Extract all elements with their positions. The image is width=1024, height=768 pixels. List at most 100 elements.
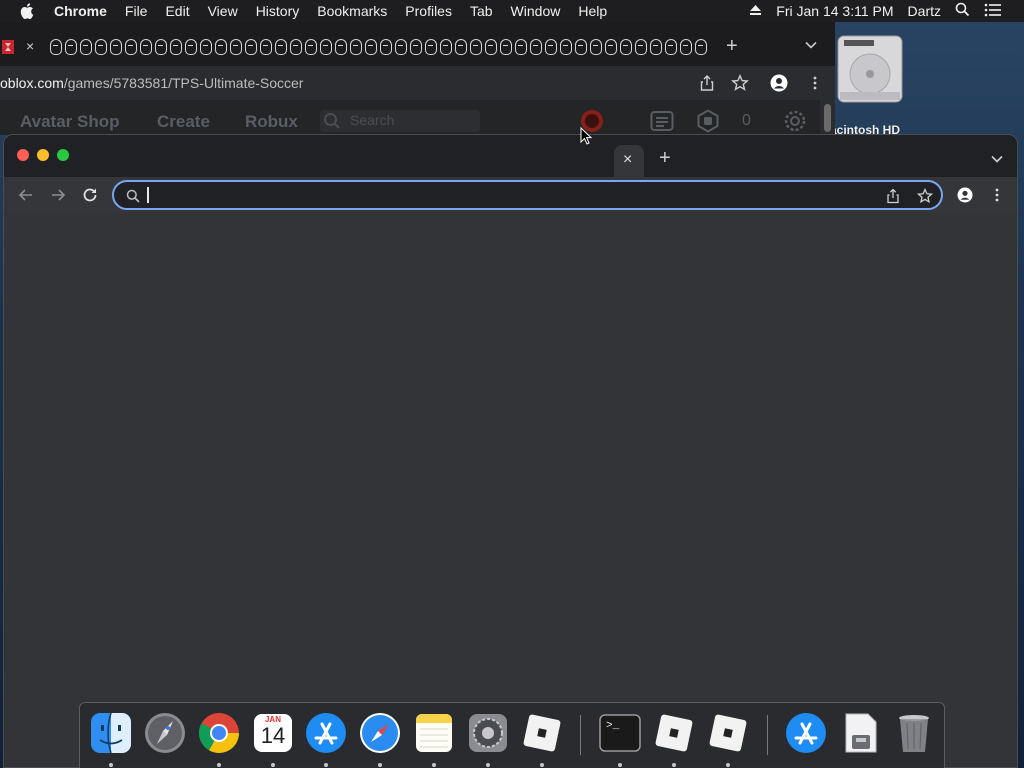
menu-edit[interactable]: Edit — [165, 3, 189, 19]
back-scrollbar[interactable] — [820, 100, 835, 135]
tab-favicon-icon[interactable] — [545, 39, 557, 55]
tab-favicon-icon[interactable] — [395, 39, 407, 55]
menu-history[interactable]: History — [256, 3, 300, 19]
share-icon[interactable] — [698, 74, 716, 92]
tab-favicon-icon[interactable] — [680, 39, 692, 55]
address-input[interactable] — [146, 185, 876, 205]
tab-favicon-icon[interactable] — [95, 39, 107, 55]
app-store-icon[interactable] — [304, 711, 348, 755]
finder-icon[interactable] — [89, 711, 133, 755]
roblox-icon[interactable] — [706, 711, 750, 755]
back-tab-close-button[interactable]: × — [26, 38, 34, 54]
more-vert-icon[interactable] — [806, 74, 824, 92]
tab-favicon-icon[interactable] — [620, 39, 632, 55]
tab-favicon-icon[interactable] — [485, 39, 497, 55]
safari-icon[interactable] — [358, 711, 402, 755]
roblox-search-input[interactable]: Search — [320, 110, 480, 132]
page-content[interactable] — [4, 213, 1017, 767]
background-browser-window[interactable]: × + oblox.com/games/5783581/TPS-Ultimate… — [0, 22, 835, 135]
chat-icon[interactable] — [650, 109, 674, 133]
menu-profiles[interactable]: Profiles — [405, 3, 452, 19]
back-new-tab-button[interactable]: + — [726, 35, 738, 58]
minimize-window-button[interactable] — [37, 149, 49, 161]
menu-user[interactable]: Dartz — [908, 3, 941, 19]
menu-file[interactable]: File — [125, 3, 148, 19]
archive-utility-icon[interactable] — [838, 711, 882, 755]
tab-favicon-icon[interactable] — [290, 39, 302, 55]
tab-favicon-icon[interactable] — [305, 39, 317, 55]
tab-favicon-icon[interactable] — [365, 39, 377, 55]
tab-favicon-icon[interactable] — [155, 39, 167, 55]
scrollbar-thumb[interactable] — [824, 104, 831, 132]
eject-icon[interactable] — [749, 3, 762, 19]
close-window-button[interactable] — [17, 149, 29, 161]
terminal-icon[interactable]: >_ — [598, 711, 642, 755]
tab-favicon-icon[interactable] — [245, 39, 257, 55]
forward-arrow-icon[interactable] — [49, 186, 67, 204]
menu-datetime[interactable]: Fri Jan 14 3:11 PM — [776, 3, 893, 19]
tab-favicon-icon[interactable] — [410, 39, 422, 55]
active-tab[interactable]: × — [614, 145, 644, 177]
app-store-icon[interactable] — [784, 711, 828, 755]
launchpad-icon[interactable] — [143, 711, 187, 755]
back-arrow-icon[interactable] — [17, 186, 35, 204]
more-vert-icon[interactable] — [989, 187, 1005, 203]
menu-app-name[interactable]: Chrome — [54, 3, 107, 19]
tab-favicon-icon[interactable] — [200, 39, 212, 55]
tab-favicon-icon[interactable] — [260, 39, 272, 55]
tab-favicon-icon[interactable] — [575, 39, 587, 55]
nav-avatar-shop[interactable]: Avatar Shop — [20, 112, 120, 132]
menu-tab[interactable]: Tab — [470, 3, 493, 19]
tab-favicon-icon[interactable] — [560, 39, 572, 55]
tab-favicon-icon[interactable] — [125, 39, 137, 55]
address-bar[interactable] — [112, 180, 943, 210]
tab-favicon-icon[interactable] — [530, 39, 542, 55]
tab-favicon-icon[interactable] — [275, 39, 287, 55]
tab-favicon-icon[interactable] — [185, 39, 197, 55]
tab-favicon-icon[interactable] — [665, 39, 677, 55]
tab-favicon-icon[interactable] — [230, 39, 242, 55]
share-icon[interactable] — [885, 188, 901, 204]
tab-favicon-icon[interactable] — [605, 39, 617, 55]
tab-favicon-icon[interactable] — [350, 39, 362, 55]
tab-favicon-icon[interactable] — [440, 39, 452, 55]
tab-favicon-icon[interactable] — [500, 39, 512, 55]
tab-favicon-icon[interactable] — [695, 39, 707, 55]
gear-icon[interactable] — [783, 109, 807, 133]
profile-icon[interactable] — [770, 74, 788, 92]
list-icon[interactable] — [984, 3, 1002, 20]
hard-drive-icon[interactable] — [836, 30, 904, 108]
tab-favicon-icon[interactable] — [110, 39, 122, 55]
tab-favicon-icon[interactable] — [590, 39, 602, 55]
tab-favicon-icon[interactable] — [650, 39, 662, 55]
back-tab-favicons[interactable] — [50, 39, 710, 57]
close-tab-button[interactable]: × — [623, 151, 632, 169]
tab-favicon-icon[interactable] — [335, 39, 347, 55]
tab-favicon-icon[interactable] — [515, 39, 527, 55]
search-icon[interactable] — [955, 2, 970, 20]
tab-favicon-icon[interactable] — [50, 39, 62, 55]
nav-robux[interactable]: Robux — [245, 112, 298, 132]
tab-favicon-icon[interactable] — [425, 39, 437, 55]
tab-favicon-icon[interactable] — [380, 39, 392, 55]
tab-favicon-icon[interactable] — [455, 39, 467, 55]
reload-icon[interactable] — [81, 186, 99, 204]
notes-icon[interactable] — [412, 711, 456, 755]
nav-create[interactable]: Create — [157, 112, 210, 132]
robux-icon[interactable] — [696, 109, 720, 133]
star-icon[interactable] — [731, 74, 749, 92]
roblox-icon[interactable] — [652, 711, 696, 755]
system-preferences-icon[interactable] — [466, 711, 510, 755]
calendar-icon[interactable]: JAN 14 — [251, 711, 295, 755]
tab-favicon-icon[interactable] — [470, 39, 482, 55]
apple-icon[interactable] — [20, 3, 36, 19]
tab-favicon-icon[interactable] — [170, 39, 182, 55]
tab-favicon-icon[interactable] — [215, 39, 227, 55]
zoom-window-button[interactable] — [57, 149, 69, 161]
new-tab-button[interactable]: + — [659, 147, 671, 170]
tab-favicon-icon[interactable] — [635, 39, 647, 55]
chevron-down-icon[interactable] — [804, 38, 818, 52]
trash-icon[interactable] — [892, 711, 936, 755]
chevron-down-icon[interactable] — [990, 152, 1004, 166]
menu-window[interactable]: Window — [511, 3, 561, 19]
